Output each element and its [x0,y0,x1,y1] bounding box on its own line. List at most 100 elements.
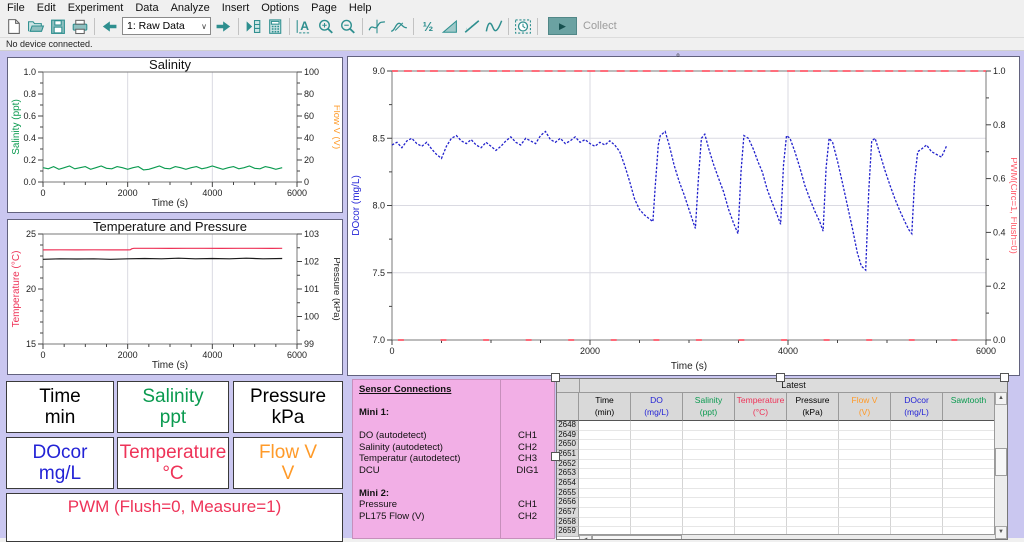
table-cell[interactable] [735,498,787,508]
print-icon[interactable] [69,16,91,36]
table-cell[interactable] [943,431,995,441]
table-cell[interactable] [579,489,631,499]
column-header-temperature[interactable]: Temperature(°C) [735,393,787,421]
salinity-chart[interactable]: 02000400060000.00.20.40.60.81.0020406080… [8,58,340,210]
table-cell[interactable] [891,498,943,508]
dataset-selector[interactable]: 1: Raw Data∨ [122,17,211,35]
menu-options[interactable]: Options [256,1,306,15]
column-header-time[interactable]: Time(min) [579,393,631,421]
save-icon[interactable] [47,16,69,36]
collect-button[interactable]: ▶Collect [548,17,617,35]
table-cell[interactable] [683,431,735,441]
autoscale-icon[interactable]: A [293,16,315,36]
table-cell[interactable] [735,460,787,470]
table-cell[interactable] [839,479,891,489]
table-cell[interactable] [735,450,787,460]
integral-icon[interactable] [439,16,461,36]
table-cell[interactable] [631,431,683,441]
open-file-icon[interactable] [25,16,47,36]
table-cell[interactable] [735,518,787,528]
table-cell[interactable] [631,508,683,518]
table-cell[interactable] [683,498,735,508]
table-cell[interactable] [891,450,943,460]
table-cell[interactable] [839,489,891,499]
table-cell[interactable] [787,421,839,431]
statistics-icon[interactable]: ½ [417,16,439,36]
table-cell[interactable] [631,421,683,431]
scroll-up-icon[interactable]: ▲ [995,392,1007,405]
menu-edit[interactable]: Edit [32,1,63,15]
vscroll-thumb[interactable] [995,448,1007,476]
table-cell[interactable] [735,421,787,431]
table-cell[interactable] [683,421,735,431]
menu-insert[interactable]: Insert [217,1,257,15]
table-cell[interactable] [891,479,943,489]
selection-handle-left-center[interactable] [551,452,560,461]
next-run-icon[interactable] [213,16,235,36]
zoom-in-icon[interactable] [315,16,337,36]
table-cell[interactable] [735,469,787,479]
table-cell[interactable] [943,469,995,479]
table-cell[interactable] [787,440,839,450]
table-cell[interactable] [787,498,839,508]
column-header-salinity[interactable]: Salinity(ppt) [683,393,735,421]
table-cell[interactable] [839,440,891,450]
table-cell[interactable] [579,498,631,508]
table-cell[interactable] [943,421,995,431]
table-vertical-scrollbar[interactable]: ▲ ▼ [994,392,1007,539]
linear-fit-icon[interactable] [461,16,483,36]
table-cell[interactable] [631,518,683,528]
table-cell[interactable] [891,440,943,450]
table-cell[interactable] [787,479,839,489]
table-cell[interactable] [787,518,839,528]
table-cell[interactable] [891,460,943,470]
calculator-icon[interactable] [264,16,286,36]
prev-run-icon[interactable] [98,16,120,36]
table-cell[interactable] [631,460,683,470]
table-cell[interactable] [839,469,891,479]
column-header-pressure[interactable]: Pressure(kPa) [787,393,839,421]
table-cell[interactable] [683,440,735,450]
table-cell[interactable] [579,460,631,470]
column-header-docor[interactable]: DOcor(mg/L) [891,393,943,421]
table-cell[interactable] [683,508,735,518]
row-number[interactable]: 2659 [557,527,579,537]
column-header-flow-v[interactable]: Flow V(V) [839,393,891,421]
table-cell[interactable] [735,489,787,499]
menu-experiment[interactable]: Experiment [63,1,131,15]
temp-pressure-chart[interactable]: 020004000600015202599100101102103Tempera… [8,220,340,372]
zoom-out-icon[interactable] [337,16,359,36]
table-cell[interactable] [787,508,839,518]
table-cell[interactable] [943,489,995,499]
table-cell[interactable] [891,469,943,479]
table-cell[interactable] [891,431,943,441]
selection-handle-top-left[interactable] [551,373,560,382]
table-cell[interactable] [683,489,735,499]
table-cell[interactable] [735,431,787,441]
table-cell[interactable] [735,440,787,450]
table-cell[interactable] [631,489,683,499]
table-cell[interactable] [579,421,631,431]
table-cell[interactable] [683,479,735,489]
table-cell[interactable] [683,450,735,460]
table-cell[interactable] [735,479,787,489]
page-view-icon[interactable] [242,16,264,36]
table-cell[interactable] [787,489,839,499]
table-cell[interactable] [891,421,943,431]
curve-fit-icon[interactable] [483,16,505,36]
menu-data[interactable]: Data [130,1,165,15]
table-cell[interactable] [579,479,631,489]
table-cell[interactable] [787,460,839,470]
table-cell[interactable] [683,460,735,470]
table-cell[interactable] [579,469,631,479]
table-cell[interactable] [943,518,995,528]
table-cell[interactable] [787,450,839,460]
examine-icon[interactable] [366,16,388,36]
table-cell[interactable] [579,518,631,528]
table-cell[interactable] [683,518,735,528]
table-cell[interactable] [787,469,839,479]
table-cell[interactable] [579,440,631,450]
table-cell[interactable] [839,498,891,508]
table-cell[interactable] [631,450,683,460]
table-cell[interactable] [683,469,735,479]
